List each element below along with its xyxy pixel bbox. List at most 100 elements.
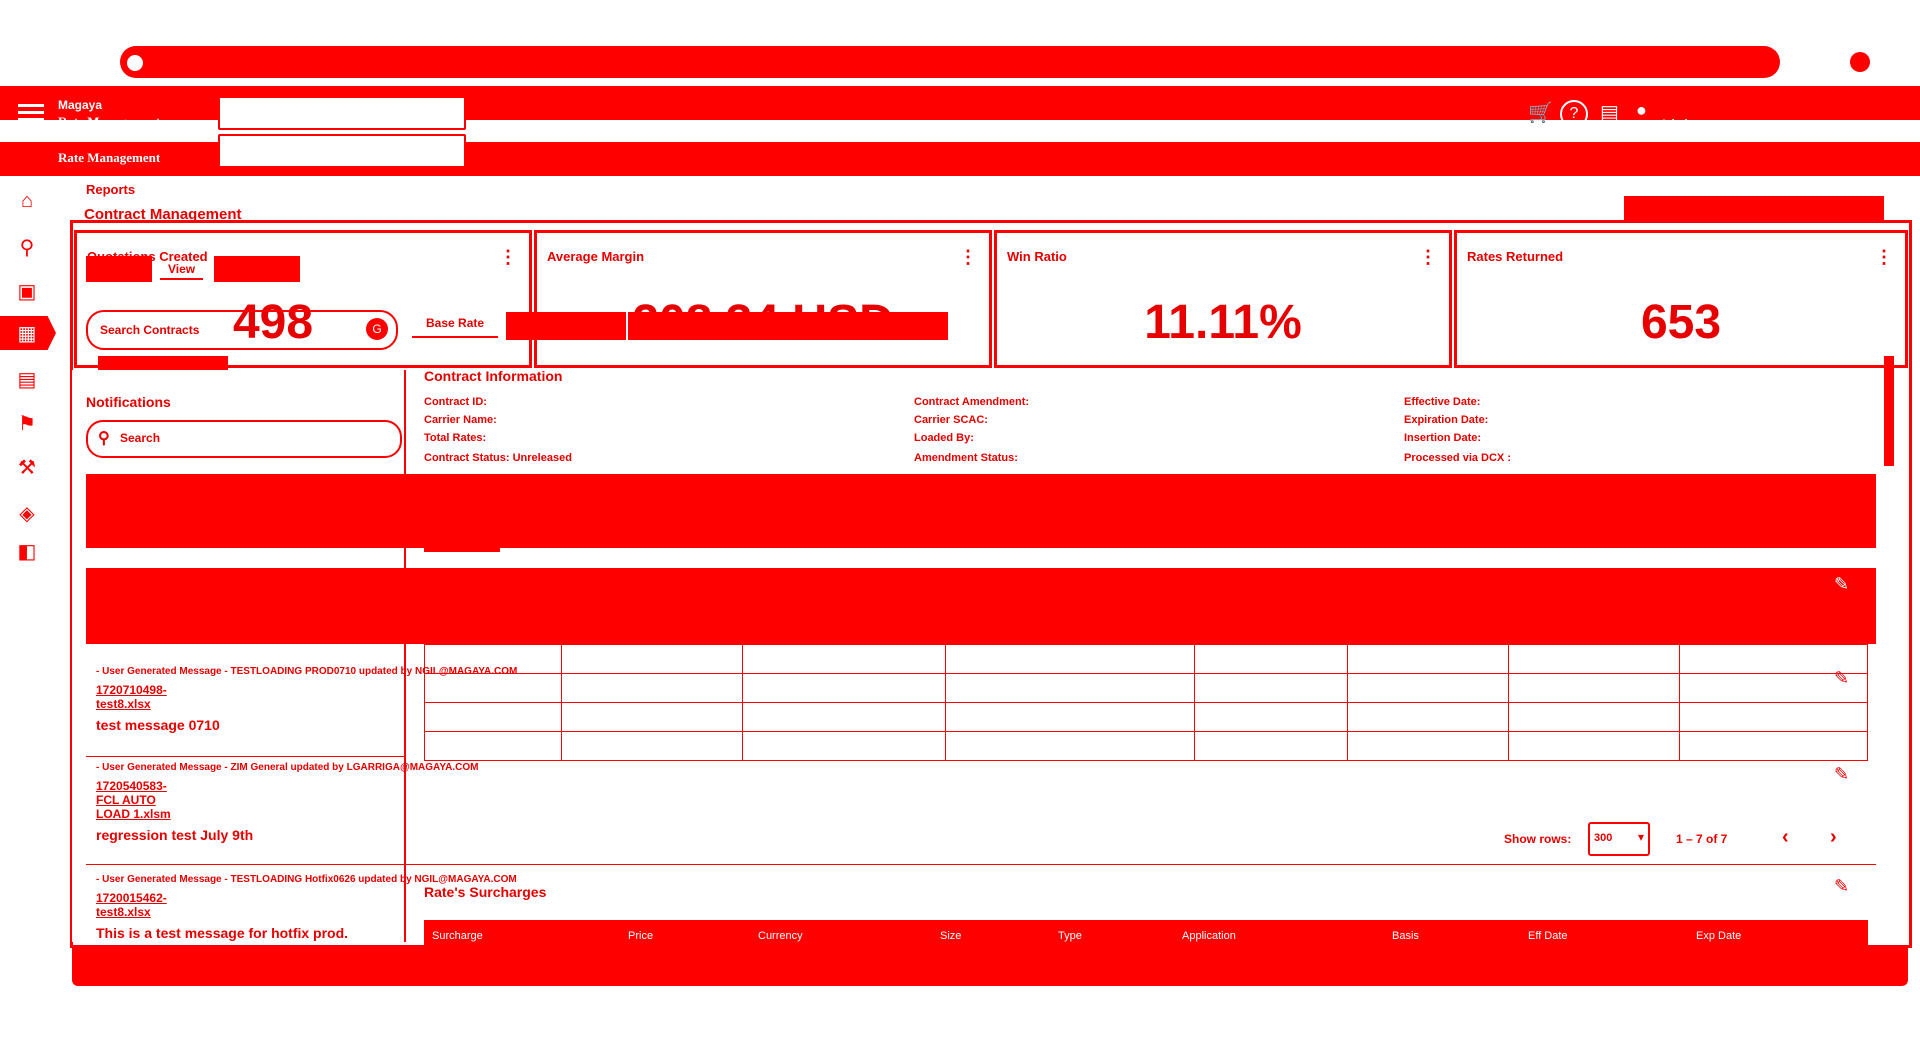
tab-right[interactable] (214, 256, 300, 282)
home-icon[interactable]: ⌂ (16, 190, 38, 212)
rates-header-banner (86, 474, 1876, 548)
attachment-link[interactable]: 1720540583- (96, 779, 576, 793)
field-carrier-scac: Carrier SCAC: (914, 414, 988, 426)
field-contract-amendment: Contract Amendment: (914, 396, 1030, 408)
kebab-menu-icon[interactable]: ⋮ (499, 247, 517, 268)
scrollbar[interactable] (1884, 356, 1894, 466)
exit-icon[interactable]: ◧ (16, 540, 38, 563)
divider (86, 756, 404, 757)
profile-icon[interactable] (1850, 52, 1870, 72)
address-bar[interactable] (120, 46, 1780, 78)
search-placeholder: Search (120, 431, 161, 445)
field-carrier-name: Carrier Name: (424, 414, 497, 426)
pagination-range: 1 – 7 of 7 (1676, 832, 1728, 846)
notification-item: - User Generated Message - TESTLOADING P… (96, 666, 576, 733)
user-icon[interactable]: ● (1636, 100, 1647, 121)
field-effective-date: Effective Date: (1404, 396, 1481, 408)
attachment-link[interactable]: test8.xlsx (96, 905, 576, 919)
attachment-link[interactable]: test8.xlsx (96, 697, 576, 711)
cart-icon[interactable]: 🛒 (1528, 100, 1553, 125)
chevron-down-icon: ▾ (441, 104, 448, 118)
edit-icon[interactable]: ✎ (1834, 876, 1849, 897)
field-processed-via: Processed via DCX : (1404, 452, 1511, 464)
module-title-secondary: Rate Management (58, 150, 161, 165)
tab-base-rate[interactable]: Base Rate (412, 316, 499, 338)
field-contract-status: Contract Status: Unreleased (424, 452, 572, 464)
tab-other-1[interactable] (506, 312, 626, 340)
rows-select[interactable]: 300 ▾ (1588, 822, 1650, 856)
field-contract-id: Contract ID: (424, 396, 487, 408)
breadcrumb-parent[interactable]: Reports (86, 182, 135, 197)
document-icon[interactable]: ▤ (1600, 100, 1619, 125)
search-contracts-field[interactable]: Search Contracts G (86, 310, 398, 350)
tab-underline-chip[interactable] (424, 536, 500, 552)
rates-table-header (86, 568, 1876, 644)
tag-icon[interactable]: ◈ (16, 502, 38, 525)
col-size: Size (940, 930, 962, 942)
notifications-title: Notifications (86, 394, 171, 410)
kebab-menu-icon[interactable]: ⋮ (1875, 247, 1893, 268)
tab-other-2[interactable] (628, 312, 948, 340)
attachment-link[interactable]: LOAD 1.xlsm (96, 807, 576, 821)
site-info-icon[interactable] (124, 52, 146, 74)
next-page-icon[interactable]: › (1830, 826, 1837, 849)
notification-header: - User Generated Message - TESTLOADING P… (96, 666, 518, 677)
col-surcharge: Surcharge (432, 930, 483, 942)
kpi-title: Rates Returned (1467, 249, 1564, 264)
kpi-title: Win Ratio (1007, 249, 1067, 264)
notifications-search[interactable]: ⚲ Search (86, 420, 402, 458)
field-insertion-date: Insertion Date: (1404, 432, 1482, 444)
field-total-rates: Total Rates: (424, 432, 487, 444)
attachment-link[interactable]: 1720710498- (96, 683, 576, 697)
kpi-value: 653 (1640, 296, 1722, 349)
edit-icon[interactable]: ✎ (1834, 764, 1849, 785)
col-type: Type (1058, 930, 1082, 942)
kebab-menu-icon[interactable]: ⋮ (1419, 247, 1437, 268)
date-range-picker[interactable] (1624, 196, 1884, 220)
search-rates-icon[interactable]: ⚲ (16, 236, 38, 259)
kpi-card-rates-returned: Rates Returned ⋮ 653 (1454, 230, 1908, 368)
module-select-secondary[interactable] (218, 134, 466, 168)
field-loaded-by: Loaded By: (914, 432, 974, 444)
field-expiration-date: Expiration Date: (1404, 414, 1489, 426)
menu-icon[interactable] (18, 104, 44, 122)
rates-table (424, 644, 1868, 761)
prev-page-icon[interactable]: ‹ (1782, 826, 1789, 849)
attachment-link[interactable]: FCL AUTO (96, 793, 576, 807)
tab-left[interactable] (86, 256, 152, 282)
notification-header: - User Generated Message - ZIM General u… (96, 762, 479, 773)
tab-view[interactable]: View (160, 262, 204, 280)
kpi-title: Average Margin (547, 249, 645, 264)
col-eff-date: Eff Date (1528, 930, 1568, 942)
notification-message: regression test July 9th (96, 827, 254, 843)
col-basis: Basis (1392, 930, 1419, 942)
search-contracts-label: Search Contracts (100, 323, 200, 337)
notification-message: test message 0710 (96, 717, 220, 733)
kpi-card-margin: Average Margin ⋮ 208.34 USD (534, 230, 992, 368)
edit-icon[interactable]: ✎ (1834, 574, 1849, 595)
edit-icon[interactable]: ✎ (1834, 668, 1849, 689)
rows-value: 300 (1594, 832, 1613, 844)
divider (86, 864, 1876, 865)
tools-icon[interactable]: ⚒ (16, 456, 38, 479)
app-name: Magaya (58, 98, 103, 112)
divider (86, 568, 404, 569)
search-icon: ⚲ (98, 430, 110, 447)
filter-badge[interactable]: G (366, 318, 388, 340)
show-rows-label: Show rows: (1504, 832, 1572, 846)
surcharges-title: Rate's Surcharges (424, 884, 547, 900)
kebab-menu-icon[interactable]: ⋮ (959, 247, 977, 268)
field-amendment-status: Amendment Status: (914, 452, 1018, 464)
contracts-icon[interactable]: ▤ (16, 368, 38, 391)
bottom-bar (72, 946, 1908, 986)
user-label: Admin (1660, 118, 1695, 130)
help-icon[interactable]: ? (1560, 100, 1588, 128)
col-application: Application (1182, 930, 1236, 942)
module-select[interactable]: ▾ (218, 96, 466, 130)
kpi-value: 11.11% (1144, 296, 1302, 349)
module-title: Rate Management (58, 114, 161, 129)
col-price: Price (628, 930, 654, 942)
pin-icon[interactable]: ⚑ (16, 412, 38, 435)
kpi-card-win-ratio: Win Ratio ⋮ 11.11% (994, 230, 1452, 368)
col-currency: Currency (758, 930, 803, 942)
